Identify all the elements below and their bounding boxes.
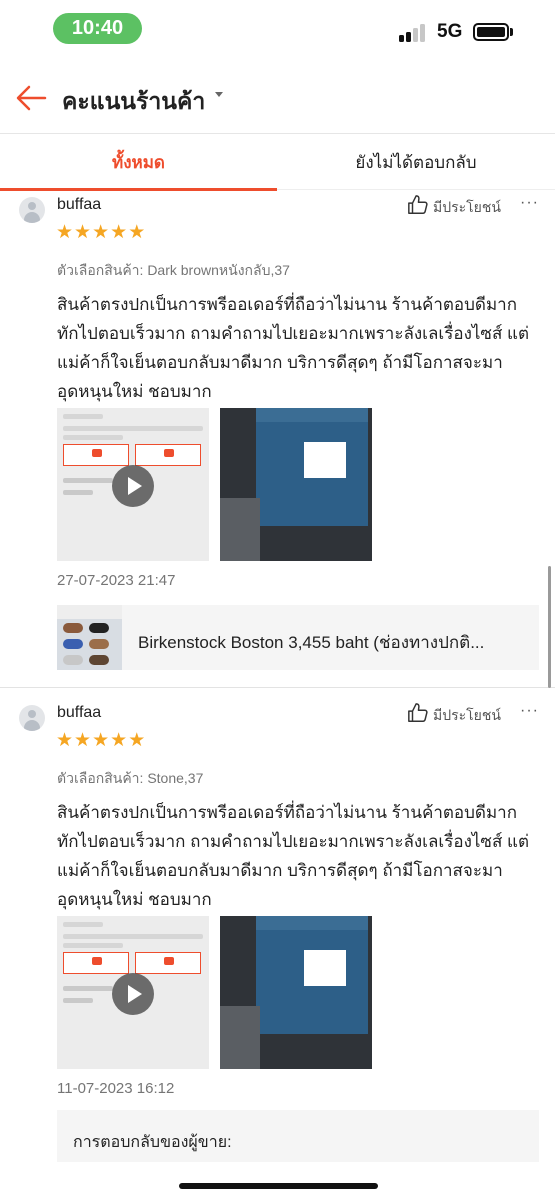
star-icon: ★ bbox=[128, 222, 146, 243]
review-item: buffaa มีประโยชน์ ··· ★★★★★ ตัวเลือกสินค… bbox=[0, 190, 555, 687]
page-title[interactable]: คะแนนร้านค้า bbox=[62, 84, 205, 120]
back-arrow-icon[interactable] bbox=[14, 81, 48, 115]
product-variation: ตัวเลือกสินค้า: Stone,37 bbox=[57, 770, 204, 786]
star-icon: ★ bbox=[56, 730, 74, 751]
star-icon: ★ bbox=[56, 222, 74, 243]
home-indicator[interactable] bbox=[179, 1183, 378, 1189]
battery-icon bbox=[473, 23, 509, 41]
star-icon: ★ bbox=[110, 730, 128, 751]
more-options-icon[interactable]: ··· bbox=[520, 702, 539, 720]
thumbs-up-icon bbox=[408, 195, 428, 214]
review-text: สินค้าตรงปกเป็นการพรีออเดอร์ที่ถือว่าไม่… bbox=[57, 803, 530, 909]
review-item: buffaa มีประโยชน์ ··· ★★★★★ ตัวเลือกสินค… bbox=[0, 698, 555, 1168]
rating-stars: ★★★★★ bbox=[56, 729, 146, 751]
page-header: คะแนนร้านค้า bbox=[0, 62, 555, 134]
avatar[interactable] bbox=[19, 197, 45, 223]
star-icon: ★ bbox=[92, 730, 110, 751]
review-username[interactable]: buffaa bbox=[57, 196, 101, 214]
star-icon: ★ bbox=[92, 222, 110, 243]
avatar[interactable] bbox=[19, 705, 45, 731]
review-photo[interactable] bbox=[220, 408, 372, 561]
product-thumbnail bbox=[57, 605, 122, 670]
review-video-thumbnail[interactable] bbox=[57, 408, 209, 561]
review-username[interactable]: buffaa bbox=[57, 704, 101, 722]
star-icon: ★ bbox=[74, 730, 92, 751]
product-variation: ตัวเลือกสินค้า: Dark brownหนังกลับ,37 bbox=[57, 262, 290, 278]
battery-cap bbox=[510, 28, 513, 36]
more-options-icon[interactable]: ··· bbox=[520, 194, 539, 212]
tab-all[interactable]: ทั้งหมด bbox=[0, 135, 277, 191]
product-card[interactable]: Birkenstock Boston 3,455 baht (ช่องทางปก… bbox=[57, 605, 539, 670]
thumbs-up-icon bbox=[408, 703, 428, 722]
status-bar: 10:40 5G bbox=[0, 0, 555, 58]
star-icon: ★ bbox=[128, 730, 146, 751]
review-text: สินค้าตรงปกเป็นการพรีออเดอร์ที่ถือว่าไม่… bbox=[57, 295, 530, 401]
star-icon: ★ bbox=[110, 222, 128, 243]
review-video-thumbnail[interactable] bbox=[57, 916, 209, 1069]
scrollbar[interactable] bbox=[548, 566, 551, 688]
review-date: 27-07-2023 21:47 bbox=[57, 572, 176, 589]
helpful-label: มีประโยชน์ bbox=[433, 199, 501, 215]
dropdown-caret-icon[interactable] bbox=[215, 92, 223, 97]
rating-stars: ★★★★★ bbox=[56, 221, 146, 243]
play-icon[interactable] bbox=[112, 465, 154, 507]
product-name: Birkenstock Boston 3,455 baht (ช่องทางปก… bbox=[138, 633, 485, 652]
helpful-label: มีประโยชน์ bbox=[433, 707, 501, 723]
signal-icon bbox=[399, 22, 429, 42]
status-time: 10:40 bbox=[53, 13, 142, 44]
network-label: 5G bbox=[437, 21, 463, 42]
seller-reply-label: การตอบกลับของผู้ขาย: bbox=[73, 1134, 232, 1151]
review-date: 11-07-2023 16:12 bbox=[57, 1080, 175, 1097]
play-icon[interactable] bbox=[112, 973, 154, 1015]
tab-unreplied[interactable]: ยังไม่ได้ตอบกลับ bbox=[277, 135, 555, 190]
tab-bar: ทั้งหมด ยังไม่ได้ตอบกลับ bbox=[0, 135, 555, 191]
review-divider bbox=[0, 687, 555, 688]
seller-reply-box: การตอบกลับของผู้ขาย: bbox=[57, 1110, 539, 1162]
review-photo[interactable] bbox=[220, 916, 372, 1069]
star-icon: ★ bbox=[74, 222, 92, 243]
